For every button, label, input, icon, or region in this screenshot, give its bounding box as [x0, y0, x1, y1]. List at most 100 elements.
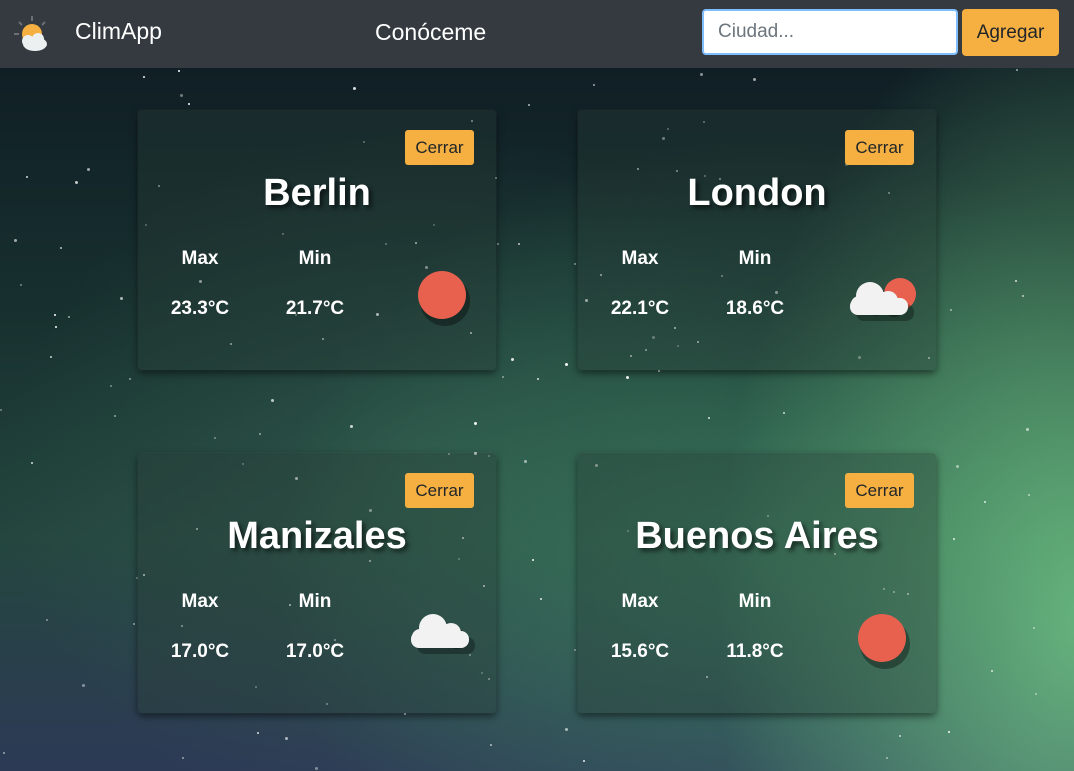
star: [257, 732, 259, 734]
star: [474, 422, 477, 425]
star: [626, 376, 629, 379]
star: [540, 598, 542, 600]
sun-icon: [858, 614, 910, 669]
star: [55, 326, 57, 328]
star: [46, 619, 48, 621]
star: [143, 76, 145, 78]
star: [271, 399, 274, 402]
star: [133, 623, 135, 625]
star: [1035, 693, 1037, 695]
star: [178, 70, 180, 72]
city-search-input[interactable]: [702, 9, 958, 55]
close-button[interactable]: Cerrar: [845, 473, 914, 508]
star: [991, 670, 993, 672]
star: [537, 378, 539, 380]
star: [114, 415, 116, 417]
add-city-button[interactable]: Agregar: [962, 9, 1059, 56]
star: [574, 649, 576, 651]
star: [180, 94, 183, 97]
weather-logo-icon[interactable]: [12, 14, 52, 54]
weather-card: Cerrar Berlin Max Min 23.3°C 21.7°C: [138, 110, 496, 370]
star: [956, 465, 959, 468]
star: [518, 243, 520, 245]
navbar: ClimApp Conóceme Agregar: [0, 0, 1074, 68]
star: [953, 538, 955, 540]
star: [511, 358, 514, 361]
min-temp: 21.7°C: [285, 298, 345, 319]
brand-name[interactable]: ClimApp: [75, 18, 162, 45]
star: [593, 84, 595, 86]
star: [188, 103, 190, 105]
star: [753, 78, 756, 81]
star: [0, 409, 2, 411]
nav-link-conoceme[interactable]: Conóceme: [375, 19, 486, 46]
star: [259, 433, 261, 435]
star: [886, 757, 888, 759]
star: [583, 760, 585, 762]
star: [984, 501, 986, 503]
max-label: Max: [181, 591, 219, 612]
min-temp: 11.8°C: [726, 641, 784, 662]
star: [285, 737, 288, 740]
max-temp: 15.6°C: [610, 641, 670, 662]
star: [182, 757, 184, 759]
star: [497, 243, 499, 245]
max-label: Max: [621, 591, 659, 612]
cloud-icon: [411, 614, 475, 654]
star: [565, 728, 568, 731]
sun-icon: [418, 271, 470, 326]
sun-cloud-icon: [850, 278, 916, 321]
city-name: Manizales: [227, 515, 407, 557]
min-label: Min: [298, 591, 332, 612]
star: [353, 87, 356, 90]
star: [1016, 69, 1018, 71]
min-label: Min: [738, 248, 772, 269]
city-name: Berlin: [263, 172, 371, 214]
star: [1033, 627, 1035, 629]
star: [214, 437, 216, 439]
max-temp: 23.3°C: [170, 298, 230, 319]
max-temp: 22.1°C: [610, 298, 670, 319]
star: [54, 314, 56, 316]
star: [948, 731, 950, 733]
star: [87, 168, 90, 171]
star: [1026, 428, 1029, 431]
close-button[interactable]: Cerrar: [405, 473, 474, 508]
star: [14, 239, 17, 242]
star: [315, 767, 318, 770]
star: [50, 356, 52, 358]
star: [120, 297, 123, 300]
star: [350, 425, 353, 428]
star: [404, 713, 406, 715]
star: [26, 176, 28, 178]
star: [574, 263, 576, 265]
star: [490, 744, 492, 746]
star: [60, 247, 62, 249]
weather-card: Cerrar Manizales Max Min 17.0°C 17.0°C: [138, 453, 496, 713]
star: [708, 417, 710, 419]
star: [532, 559, 534, 561]
max-temp: 17.0°C: [170, 641, 230, 662]
star: [658, 370, 660, 372]
star: [129, 378, 131, 380]
star: [75, 181, 78, 184]
star: [68, 316, 70, 318]
star: [1015, 280, 1017, 282]
city-name: Buenos Aires: [635, 515, 879, 557]
star: [31, 462, 33, 464]
max-label: Max: [621, 248, 659, 269]
star: [565, 363, 568, 366]
max-label: Max: [181, 248, 219, 269]
city-name: London: [687, 172, 827, 214]
min-temp: 17.0°C: [285, 641, 345, 662]
close-button[interactable]: Cerrar: [845, 130, 914, 165]
star: [1022, 295, 1024, 297]
star: [1028, 494, 1030, 496]
min-label: Min: [738, 591, 772, 612]
star: [82, 684, 85, 687]
close-button[interactable]: Cerrar: [405, 130, 474, 165]
star: [950, 309, 952, 311]
star: [783, 412, 785, 414]
star: [528, 104, 530, 106]
weather-card: Cerrar London Max Min 22.1°C 18.6°C: [578, 110, 936, 370]
